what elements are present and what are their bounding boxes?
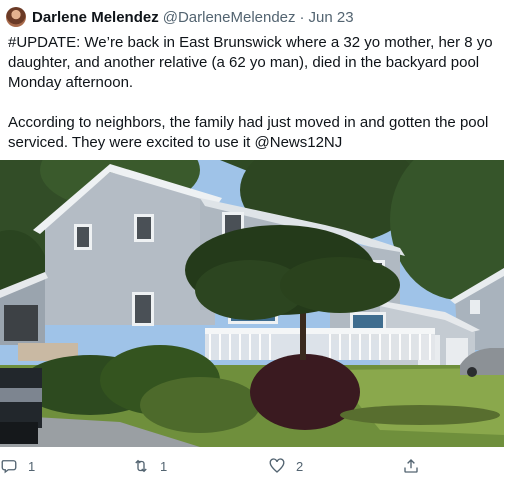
like-button[interactable]: 2 [268, 452, 303, 480]
separator-dot: · [299, 8, 305, 26]
retweet-button[interactable]: 1 [132, 452, 167, 480]
right-edge-divider [504, 0, 514, 482]
tweet-photo[interactable] [0, 160, 504, 447]
share-button[interactable] [402, 452, 430, 480]
retweet-icon [135, 459, 147, 473]
heart-icon [269, 458, 285, 473]
house-photo [0, 160, 504, 447]
retweet-count: 1 [160, 458, 168, 474]
tweet-actions: 1 1 2 [0, 452, 514, 480]
like-count: 2 [296, 458, 304, 474]
reply-button[interactable]: 1 [0, 452, 35, 480]
share-icon [404, 459, 418, 473]
author-display-name[interactable]: Darlene Melendez [32, 9, 159, 26]
tweet-date[interactable]: Jun 23 [309, 9, 354, 26]
tweet-header: Darlene Melendez @DarleneMelendez · Jun … [6, 6, 354, 28]
reply-icon [1, 460, 17, 474]
author-handle[interactable]: @DarleneMelendez [163, 9, 296, 26]
avatar[interactable] [6, 7, 26, 27]
tweet-text: #UPDATE: We’re back in East Brunswick wh… [8, 34, 493, 151]
reply-count: 1 [28, 458, 36, 474]
tweet-card[interactable]: Darlene Melendez @DarleneMelendez · Jun … [0, 0, 514, 482]
